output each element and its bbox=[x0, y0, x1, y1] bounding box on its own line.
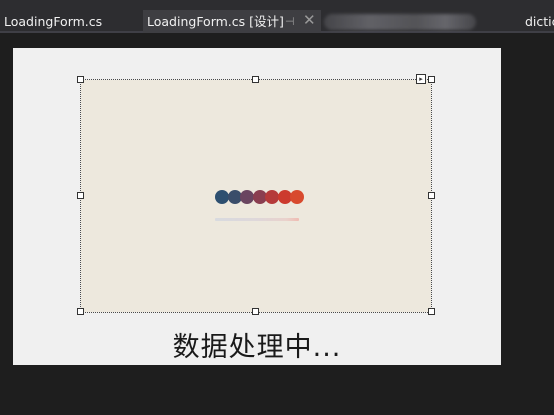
resize-handle-top-left[interactable] bbox=[77, 76, 84, 83]
loader-dot bbox=[265, 190, 279, 204]
tab-label: LoadingForm.cs [设计] bbox=[147, 14, 284, 29]
tab-dictionary[interactable]: dictic bbox=[525, 10, 554, 33]
form-design-surface[interactable]: ▸ 数据处理中... bbox=[13, 48, 501, 365]
loader-dot bbox=[215, 190, 229, 204]
loading-picture-box[interactable] bbox=[80, 79, 432, 313]
resize-handle-bottom-right[interactable] bbox=[428, 308, 435, 315]
resize-handle-left[interactable] bbox=[77, 192, 84, 199]
resize-handle-top-right[interactable] bbox=[428, 76, 435, 83]
resize-handle-bottom-left[interactable] bbox=[77, 308, 84, 315]
smart-tag-arrow-icon[interactable]: ▸ bbox=[416, 74, 426, 84]
status-label[interactable]: 数据处理中... bbox=[13, 325, 501, 364]
tab-loadingform-designer[interactable]: LoadingForm.cs [设计] ⊣ ✕ bbox=[143, 10, 321, 33]
resize-handle-bottom[interactable] bbox=[252, 308, 259, 315]
pin-icon[interactable]: ⊣ bbox=[285, 10, 295, 33]
loader-dot bbox=[290, 190, 304, 204]
tab-loadingform-code[interactable]: LoadingForm.cs bbox=[0, 10, 140, 33]
close-icon[interactable]: ✕ bbox=[303, 9, 316, 32]
loader-dot bbox=[240, 190, 254, 204]
tab-label: dictic bbox=[525, 14, 554, 29]
tab-label: LoadingForm.cs bbox=[4, 14, 103, 29]
loading-dots bbox=[215, 190, 305, 204]
resize-handle-top[interactable] bbox=[252, 76, 259, 83]
document-tab-bar: LoadingForm.cs LoadingForm.cs [设计] ⊣ ✕ d… bbox=[0, 0, 554, 33]
resize-handle-right[interactable] bbox=[428, 192, 435, 199]
tab-blurred[interactable] bbox=[324, 14, 476, 30]
loading-caption-faint bbox=[215, 218, 299, 221]
